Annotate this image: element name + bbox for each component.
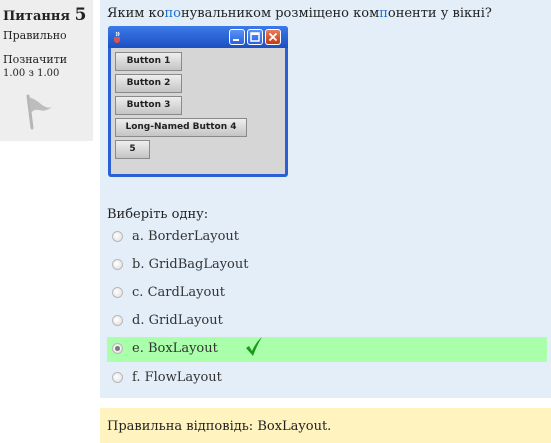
radio-button[interactable] <box>112 231 123 242</box>
java-window-image: Button 1 Button 2 Button 3 Long-Named Bu… <box>108 26 288 177</box>
minimize-icon <box>233 39 239 41</box>
java-button-1: Button 1 <box>115 52 182 71</box>
question-prefix: Питання <box>3 9 71 24</box>
option-text: CardLayout <box>147 285 225 300</box>
question-content: Яким копонувальником розміщено компонент… <box>100 0 551 398</box>
question-text-part: п <box>379 6 388 21</box>
close-icon <box>268 32 278 42</box>
option-text: GridBagLayout <box>148 257 249 272</box>
option-text: BoxLayout <box>147 341 218 356</box>
question-text-part: нувальником розміщено ком <box>180 6 380 21</box>
java-cup-icon <box>114 31 120 43</box>
window-body: Button 1 Button 2 Button 3 Long-Named Bu… <box>111 48 285 174</box>
java-button-3: Button 3 <box>115 96 182 115</box>
radio-button-selected[interactable] <box>112 343 123 354</box>
answer-option-a[interactable]: a. BorderLayout <box>107 225 547 250</box>
question-text-part: Яким ко <box>107 6 165 21</box>
checkmark-icon <box>246 337 262 356</box>
option-letter: f. <box>132 370 141 385</box>
answer-option-b[interactable]: b. GridBagLayout <box>107 253 547 278</box>
radio-button[interactable] <box>112 315 123 326</box>
answer-option-c[interactable]: c. CardLayout <box>107 281 547 306</box>
question-text: Яким копонувальником розміщено компонент… <box>107 6 492 21</box>
maximize-button <box>247 29 263 45</box>
option-letter: c. <box>132 285 144 300</box>
radio-button[interactable] <box>112 287 123 298</box>
question-number-value: 5 <box>74 5 87 25</box>
question-text-part: по <box>164 6 181 21</box>
mark-value: 1.00 з 1.00 <box>3 68 60 79</box>
answer-option-f[interactable]: f. FlowLayout <box>107 366 547 391</box>
mark-label: Позначити <box>3 53 68 66</box>
java-button-2: Button 2 <box>115 74 182 93</box>
option-label[interactable]: d. GridLayout <box>132 313 223 328</box>
question-state: Правильно <box>3 29 67 42</box>
correct-answer-text: Правильна відповідь: BoxLayout. <box>107 419 332 434</box>
java-button-5: 5 <box>115 140 150 159</box>
select-prompt: Виберіть одну: <box>107 207 209 222</box>
option-letter: b. <box>132 257 145 272</box>
option-letter: d. <box>132 313 145 328</box>
close-button <box>265 29 281 45</box>
question-text-part: оненти у вікні? <box>387 6 492 21</box>
option-text: FlowLayout <box>144 370 222 385</box>
option-label[interactable]: e. BoxLayout <box>132 341 218 356</box>
minimize-button <box>229 29 245 45</box>
option-letter: e. <box>132 341 144 356</box>
flag-icon[interactable] <box>24 92 54 130</box>
question-info-panel: Питання 5 Правильно Позначити 1.00 з 1.0… <box>0 0 93 141</box>
option-label[interactable]: b. GridBagLayout <box>132 257 248 272</box>
window-titlebar <box>108 26 288 48</box>
option-label[interactable]: a. BorderLayout <box>132 229 239 244</box>
answer-option-e[interactable]: e. BoxLayout <box>107 337 547 362</box>
option-text: BorderLayout <box>148 229 240 244</box>
radio-button[interactable] <box>112 259 123 270</box>
feedback-panel: Правильна відповідь: BoxLayout. <box>100 408 551 443</box>
option-letter: a. <box>132 229 144 244</box>
radio-button[interactable] <box>112 372 123 383</box>
option-label[interactable]: c. CardLayout <box>132 285 225 300</box>
maximize-icon <box>250 32 260 42</box>
java-button-4: Long-Named Button 4 <box>115 118 247 137</box>
question-number: Питання 5 <box>3 5 86 25</box>
answer-option-d[interactable]: d. GridLayout <box>107 309 547 334</box>
option-label[interactable]: f. FlowLayout <box>132 370 222 385</box>
option-text: GridLayout <box>148 313 223 328</box>
